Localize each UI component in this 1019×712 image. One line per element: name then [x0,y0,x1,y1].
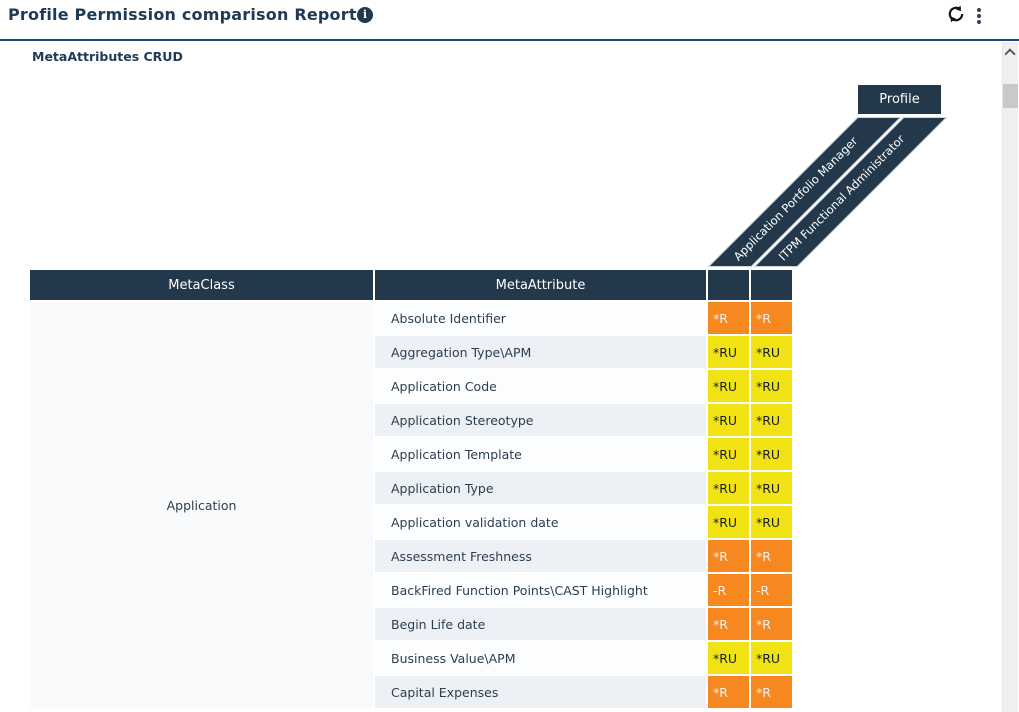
perm-cell: *RU [751,642,792,674]
perm-cell: *R [708,676,749,708]
perm-cell: *R [751,608,792,640]
perm-cell: *RU [708,506,749,538]
attribute-cell: Assessment Freshness [375,540,706,572]
perm-cell: *RU [708,370,749,402]
section-title: MetaAttributes CRUD [32,49,183,64]
perm-cell: *RU [708,438,749,470]
metaclass-cell: Application [30,302,373,708]
attribute-cell: Begin Life date [375,608,706,640]
page-title: Profile Permission comparison Report [8,5,357,24]
info-icon[interactable]: i [357,7,373,23]
attribute-cell: Aggregation Type\APM [375,336,706,368]
perm-cell: *RU [751,336,792,368]
perm-cell: *RU [708,404,749,436]
report-page: Profile Permission comparison Report i M… [0,0,1019,712]
perm-cell: *RU [751,370,792,402]
title-divider [0,39,1019,41]
perm-cell: *RU [751,438,792,470]
attribute-cell: Application Code [375,370,706,402]
perm-cell: *RU [751,404,792,436]
attribute-cell: Application validation date [375,506,706,538]
kebab-menu-icon[interactable] [972,6,986,24]
attribute-cell: Business Value\APM [375,642,706,674]
perm-cell: *RU [708,642,749,674]
permissions-table: MetaClass MetaAttribute Application Abso… [28,268,794,710]
perm-cell: -R [708,574,749,606]
perm-cell: *RU [751,472,792,504]
top-bar: Profile Permission comparison Report i [0,0,1019,39]
attribute-cell: Application Template [375,438,706,470]
perm-cell: *R [751,540,792,572]
vertical-scrollbar[interactable] [1002,42,1018,712]
refresh-icon[interactable] [946,4,966,24]
attribute-cell: Application Stereotype [375,404,706,436]
attribute-cell: Application Type [375,472,706,504]
perm-cell: *R [751,676,792,708]
perm-cell: *RU [751,506,792,538]
scrollbar-thumb[interactable] [1003,84,1018,108]
attribute-cell: BackFired Function Points\CAST Highlight [375,574,706,606]
perm-cell: *R [708,302,749,334]
perm-cell: -R [751,574,792,606]
profile-col-header-1 [708,270,749,300]
perm-cell: *RU [708,336,749,368]
metaattribute-header: MetaAttribute [375,270,706,300]
attribute-cell: Absolute Identifier [375,302,706,334]
table-header-row: MetaClass MetaAttribute [30,270,792,300]
perm-cell: *R [751,302,792,334]
profile-col-header-2 [751,270,792,300]
scroll-up-icon[interactable] [1004,48,1015,59]
metaclass-header: MetaClass [30,270,373,300]
perm-cell: *R [708,540,749,572]
perm-cell: *RU [708,472,749,504]
attribute-cell: Capital Expenses [375,676,706,708]
perm-cell: *R [708,608,749,640]
table-row: Application Absolute Identifier *R *R [30,302,792,334]
